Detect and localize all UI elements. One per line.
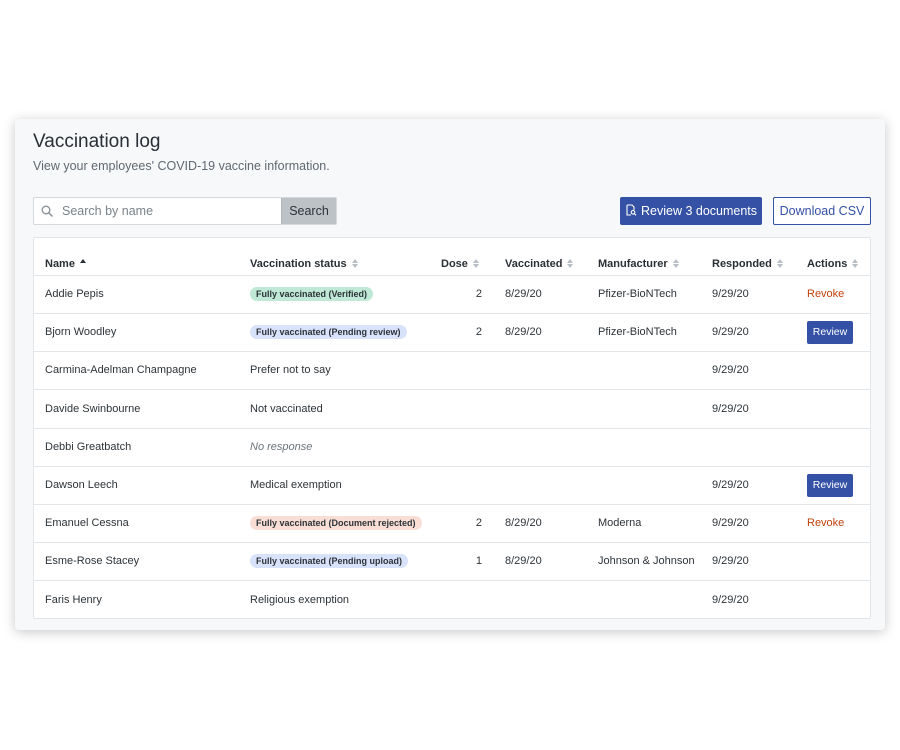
- column-header-label: Actions: [807, 257, 848, 270]
- table-row: Carmina-Adelman Champagne Prefer not to s…: [34, 351, 870, 391]
- responded-date: 9/29/20: [712, 326, 749, 339]
- vaccination-status: Fully vaccinated (Pending upload): [250, 542, 409, 580]
- status-badge: Fully vaccinated (Verified): [250, 287, 374, 301]
- column-header-label: Name: [45, 257, 75, 270]
- manufacturer: Pfizer-BioNTech: [598, 288, 677, 300]
- sort-icon: [351, 259, 358, 268]
- employee-name: Dawson Leech: [45, 479, 118, 491]
- vaccinated-date: 8/29/20: [505, 517, 542, 530]
- status-text: Medical exemption: [250, 479, 342, 491]
- status-badge: Fully vaccinated (Pending upload): [250, 554, 409, 569]
- vaccination-status: Fully vaccinated (Document rejected): [250, 504, 422, 542]
- vaccination-table: Name Vaccination status Dose Vaccinated Manu…: [33, 237, 871, 619]
- review-documents-button[interactable]: Review 3 documents: [620, 197, 762, 225]
- employee-name: Faris Henry: [45, 593, 102, 606]
- table-row: Esme-Rose Stacey Fully vaccinated (Pendin…: [34, 542, 870, 582]
- dose-count: 2: [475, 326, 482, 339]
- column-header-label: Vaccination status: [250, 257, 347, 270]
- dose-count: 2: [475, 288, 482, 300]
- revoke-link[interactable]: Revoke: [807, 517, 844, 529]
- responded-date: 9/29/20: [712, 517, 749, 530]
- column-header-label: Responded: [712, 257, 772, 270]
- row-actions: Review: [807, 313, 853, 351]
- vaccination-status: Fully vaccinated (Verified): [250, 275, 374, 313]
- responded-date: 9/29/20: [712, 479, 749, 491]
- vaccination-status: No response: [250, 428, 312, 466]
- sort-icon: [472, 259, 479, 268]
- review-button[interactable]: Review: [807, 473, 853, 497]
- sort-icon: [776, 259, 783, 268]
- column-header-label: Manufacturer: [598, 257, 668, 270]
- status-badge: Fully vaccinated (Pending review): [250, 325, 407, 340]
- sort-icon: [852, 259, 859, 268]
- status-text: No response: [250, 440, 313, 453]
- vaccination-log-panel: Vaccination log View your employees' COV…: [15, 119, 885, 630]
- responded-date: 9/29/20: [712, 402, 749, 415]
- page-subtitle: View your employees' COVID-19 vaccine in…: [33, 159, 330, 173]
- vaccinated-date: 8/29/20: [505, 326, 542, 339]
- table-row: Dawson Leech Medical exemption 9/29/20 Revi…: [34, 466, 870, 505]
- table-row: Davide Swinbourne Not vaccinated 9/29/20: [34, 390, 870, 429]
- sort-icon: [672, 259, 679, 268]
- row-actions: Revoke: [807, 504, 844, 542]
- employee-name: Davide Swinbourne: [45, 402, 141, 415]
- table-row: Bjorn Woodley Fully vaccinated (Pending r…: [34, 313, 870, 353]
- search-icon: [34, 198, 60, 224]
- row-actions: Review: [807, 466, 853, 504]
- responded-date: 9/29/20: [712, 288, 749, 300]
- vaccinated-date: 8/29/20: [505, 288, 542, 300]
- manufacturer: Moderna: [598, 517, 642, 530]
- review-documents-label: Review 3 documents: [640, 204, 758, 218]
- sort-icon: [567, 259, 574, 268]
- responded-date: 9/29/20: [712, 593, 749, 606]
- status-badge: Fully vaccinated (Document rejected): [250, 516, 422, 531]
- column-header-label: Dose: [441, 257, 468, 270]
- dose-count: 1: [475, 555, 482, 568]
- employee-name: Bjorn Woodley: [45, 326, 117, 339]
- status-text: Religious exemption: [250, 593, 350, 606]
- employee-name: Carmina-Adelman Champagne: [45, 364, 197, 377]
- table-row: Faris Henry Religious exemption 9/29/20: [34, 581, 870, 619]
- table-row: Addie Pepis Fully vaccinated (Verified) 2 8…: [34, 275, 870, 314]
- responded-date: 9/29/20: [712, 555, 749, 568]
- employee-name: Addie Pepis: [45, 288, 104, 300]
- table-row: Emanuel Cessna Fully vaccinated (Document…: [34, 504, 870, 544]
- responded-date: 9/29/20: [712, 364, 749, 377]
- sort-ascending-icon: [79, 259, 86, 268]
- search-input[interactable]: [60, 198, 281, 224]
- document-search-icon: [625, 203, 637, 219]
- page-title: Vaccination log: [33, 131, 161, 152]
- vaccination-status: Prefer not to say: [250, 351, 331, 389]
- vaccination-status: Religious exemption: [250, 581, 349, 619]
- status-text: Not vaccinated: [250, 402, 323, 415]
- download-csv-button[interactable]: Download CSV: [773, 197, 871, 225]
- vaccination-status: Fully vaccinated (Pending review): [250, 313, 407, 351]
- manufacturer: Johnson & Johnson: [598, 555, 695, 568]
- employee-name: Esme-Rose Stacey: [45, 555, 140, 568]
- search-bar: Search: [33, 197, 337, 225]
- status-text: Prefer not to say: [250, 364, 331, 377]
- column-header-label: Vaccinated: [505, 257, 563, 270]
- row-actions: Revoke: [807, 275, 844, 313]
- manufacturer: Pfizer-BioNTech: [598, 326, 677, 339]
- search-button[interactable]: Search: [281, 198, 336, 224]
- vaccinated-date: 8/29/20: [505, 555, 542, 568]
- employee-name: Debbi Greatbatch: [45, 440, 132, 453]
- review-button[interactable]: Review: [807, 320, 853, 344]
- vaccination-status: Medical exemption: [250, 466, 342, 504]
- dose-count: 2: [475, 517, 482, 530]
- table-header: Name Vaccination status Dose Vaccinated Manu…: [34, 238, 870, 276]
- revoke-link[interactable]: Revoke: [807, 288, 844, 300]
- employee-name: Emanuel Cessna: [45, 517, 129, 530]
- vaccination-status: Not vaccinated: [250, 390, 323, 428]
- table-row: Debbi Greatbatch No response: [34, 428, 870, 467]
